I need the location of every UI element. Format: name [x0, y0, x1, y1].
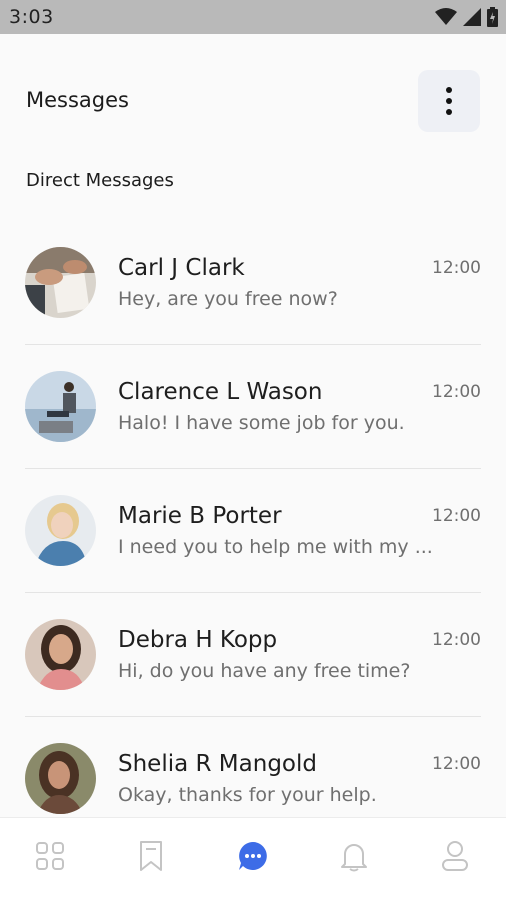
nav-saved[interactable]: [134, 839, 168, 873]
contact-name: Debra H Kopp: [118, 627, 278, 653]
profile-icon: [442, 841, 468, 871]
page-title: Messages: [26, 88, 129, 112]
contact-name: Clarence L Wason: [118, 379, 323, 405]
message-time: 12:00: [432, 506, 481, 526]
nav-notifications[interactable]: [337, 839, 371, 873]
nav-messages[interactable]: [236, 839, 270, 873]
message-time: 12:00: [432, 382, 481, 402]
avatar: [25, 495, 96, 566]
status-bar: 3:03: [0, 0, 506, 34]
conversation-item[interactable]: Clarence L Wason Halo! I have some job f…: [25, 345, 481, 469]
conversation-item[interactable]: Debra H Kopp Hi, do you have any free ti…: [25, 593, 481, 717]
contact-name: Marie B Porter: [118, 503, 282, 529]
bottom-nav: [0, 817, 506, 900]
conversation-item[interactable]: Marie B Porter I need you to help me wit…: [25, 469, 481, 593]
message-preview: Halo! I have some job for you.: [118, 412, 405, 434]
menu-dot: [446, 109, 452, 115]
battery-icon: [487, 7, 498, 27]
message-preview: I need you to help me with my ...: [118, 536, 433, 558]
message-preview: Hey, are you free now?: [118, 288, 338, 310]
app-header: Messages: [0, 34, 506, 140]
nav-profile[interactable]: [438, 839, 472, 873]
conversation-item[interactable]: Carl J Clark Hey, are you free now? 12:0…: [25, 221, 481, 345]
contact-name: Carl J Clark: [118, 255, 245, 281]
avatar: [25, 371, 96, 442]
wifi-icon: [435, 8, 457, 25]
more-options-button[interactable]: [418, 70, 480, 132]
menu-dot: [446, 98, 452, 104]
more-vertical-icon: [446, 87, 452, 93]
chat-icon: [239, 842, 267, 870]
bell-icon: [341, 844, 367, 872]
bookmark-icon: [140, 841, 162, 871]
message-time: 12:00: [432, 258, 481, 278]
section-title: Direct Messages: [26, 170, 174, 191]
conversation-list: Carl J Clark Hey, are you free now? 12:0…: [25, 221, 481, 841]
grid-icon: [36, 842, 64, 870]
message-time: 12:00: [432, 754, 481, 774]
message-preview: Hi, do you have any free time?: [118, 660, 411, 682]
avatar: [25, 619, 96, 690]
message-preview: Okay, thanks for your help.: [118, 784, 377, 806]
avatar: [25, 247, 96, 318]
signal-icon: [463, 8, 481, 26]
message-time: 12:00: [432, 630, 481, 650]
nav-home[interactable]: [33, 839, 67, 873]
status-time: 3:03: [9, 6, 54, 28]
contact-name: Shelia R Mangold: [118, 751, 317, 777]
status-icons: [435, 7, 498, 27]
avatar: [25, 743, 96, 814]
